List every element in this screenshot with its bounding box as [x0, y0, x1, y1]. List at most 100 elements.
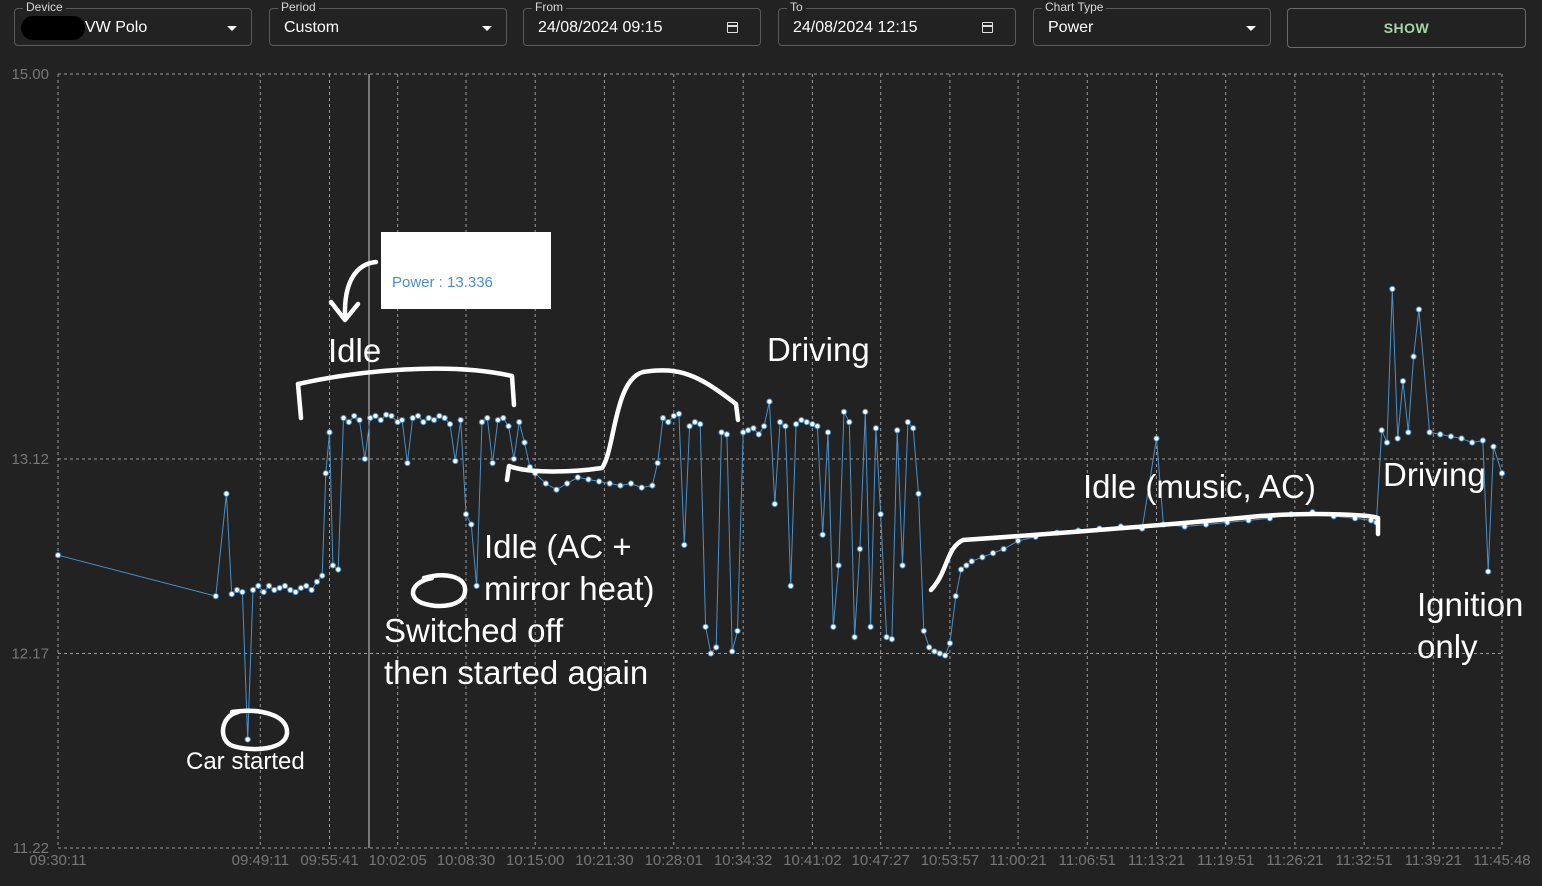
data-point	[383, 411, 390, 418]
data-point	[617, 482, 624, 489]
data-point	[761, 423, 768, 430]
data-point	[1378, 427, 1385, 434]
data-point	[957, 566, 965, 573]
data-point	[952, 593, 959, 600]
data-point	[814, 423, 821, 430]
data-point	[809, 421, 816, 428]
y-tick-label: 12.17	[11, 645, 49, 662]
data-point	[265, 582, 273, 590]
data-point	[468, 521, 475, 528]
data-point	[606, 480, 613, 487]
data-point	[345, 418, 352, 426]
y-tick-label: 15.00	[11, 66, 49, 83]
data-point	[824, 429, 832, 436]
data-point	[638, 484, 645, 491]
data-point	[867, 623, 874, 630]
data-point	[409, 414, 416, 422]
x-tick-label: 10:28:01	[645, 852, 703, 869]
data-point	[367, 414, 374, 422]
data-point	[446, 421, 454, 428]
tooltip-text: Power : 13.336	[392, 274, 493, 291]
x-tick-label: 11:06:51	[1059, 852, 1116, 869]
annotation-switched-off-2: then started again	[384, 654, 649, 691]
idle-bracket	[295, 366, 517, 421]
data-point	[521, 439, 528, 446]
data-point	[771, 500, 778, 508]
data-point	[798, 416, 805, 424]
data-point	[478, 418, 486, 426]
data-point	[244, 736, 251, 743]
x-tick-label: 11:13:21	[1128, 852, 1185, 869]
data-point	[462, 511, 470, 518]
x-tick-label: 11:19:51	[1197, 852, 1254, 869]
y-axis-ticks: 15.0013.1212.1711.22	[11, 66, 49, 857]
data-point	[729, 648, 736, 655]
annotation-idle-music: Idle (music, AC)	[1083, 468, 1316, 505]
data-point	[856, 545, 864, 553]
x-tick-label: 09:30:11	[29, 852, 86, 869]
annotation-driving-1: Driving	[767, 331, 870, 368]
data-point	[489, 459, 496, 467]
data-point	[734, 627, 741, 635]
chart-grid	[57, 73, 1503, 849]
idle-music-bracket	[928, 511, 1381, 593]
data-point	[351, 412, 358, 420]
data-point	[686, 423, 693, 430]
data-point	[659, 414, 667, 422]
data-point	[319, 572, 326, 579]
data-point	[223, 490, 230, 497]
idle-ac-bracket	[504, 368, 741, 483]
data-point	[713, 644, 720, 651]
x-tick-label: 09:55:41	[300, 852, 358, 869]
data-point	[915, 490, 922, 497]
data-point	[649, 482, 656, 489]
annotation-car-started: Car started	[186, 748, 305, 775]
data-point	[287, 586, 294, 594]
data-point	[840, 408, 848, 415]
data-point	[228, 590, 235, 598]
x-tick-label: 11:39:21	[1405, 852, 1462, 869]
data-point	[313, 578, 321, 585]
data-point	[1490, 443, 1497, 450]
annotation-idle-ac-2: mirror heat)	[484, 570, 655, 607]
data-point	[1469, 439, 1476, 446]
data-point	[441, 414, 448, 422]
data-point	[910, 425, 917, 432]
annotation-ignition-1: Ignition	[1417, 586, 1524, 623]
data-point	[888, 636, 895, 643]
data-point	[249, 586, 257, 594]
data-point	[872, 425, 880, 432]
data-point	[303, 582, 310, 590]
data-point	[963, 562, 970, 569]
data-point	[979, 554, 986, 561]
data-point	[936, 650, 943, 657]
data-point	[745, 427, 752, 434]
data-point	[281, 582, 289, 590]
data-point	[322, 470, 329, 477]
data-point	[862, 408, 869, 415]
x-tick-label: 11:45:48	[1473, 852, 1530, 869]
data-point	[787, 582, 794, 590]
data-point	[899, 562, 906, 569]
x-tick-label: 11:00:21	[989, 852, 1046, 869]
annotation-switched-off-1: Switched off	[384, 612, 564, 649]
data-point	[782, 423, 789, 430]
data-point	[271, 586, 278, 594]
data-point	[670, 412, 677, 420]
data-point	[718, 429, 725, 436]
data-point	[255, 582, 262, 590]
data-point	[755, 431, 762, 438]
data-point	[968, 558, 975, 565]
chart-tooltip: Power : 13.336	[381, 232, 551, 309]
data-point	[946, 640, 954, 647]
x-tick-label: 10:21:30	[575, 852, 633, 869]
data-point	[697, 421, 704, 428]
data-point	[707, 650, 714, 657]
data-point	[430, 416, 438, 424]
data-point	[436, 412, 443, 420]
data-point	[335, 566, 342, 573]
data-point	[494, 416, 502, 424]
x-tick-label: 11:32:51	[1335, 852, 1392, 869]
data-point	[1399, 378, 1407, 385]
annotation-idle-ac-1: Idle (AC +	[484, 528, 632, 565]
